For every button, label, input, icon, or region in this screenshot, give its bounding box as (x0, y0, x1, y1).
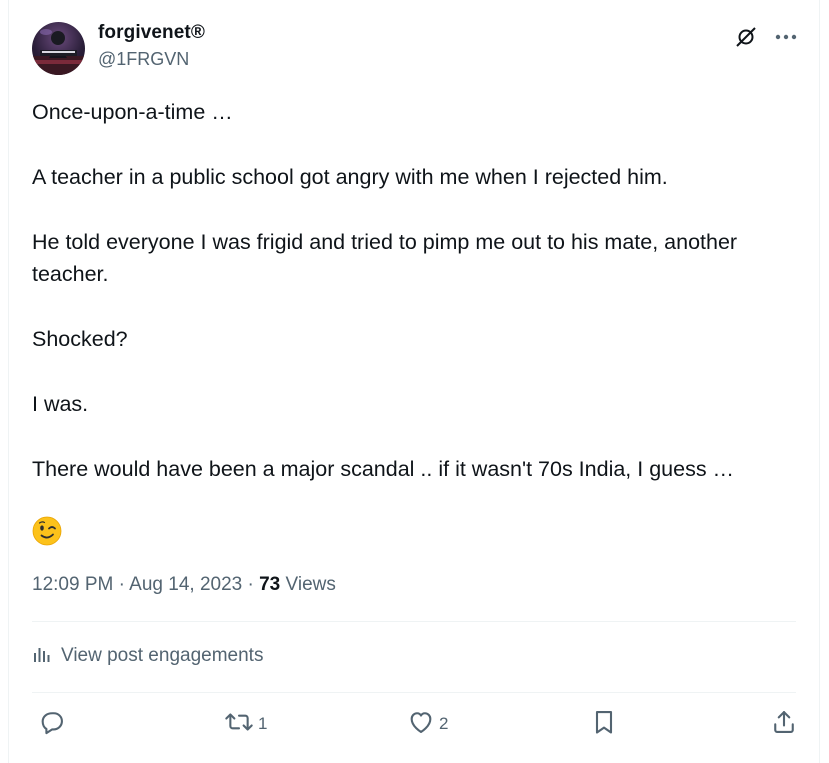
retweet-button[interactable]: 1 (224, 706, 267, 742)
tweet-paragraph: Once-upon-a-time … (32, 100, 233, 124)
tweet-header: forgivenet® @1FRGVN (32, 20, 799, 76)
user-names: forgivenet® @1FRGVN (98, 20, 205, 71)
bookmark-button[interactable] (590, 706, 618, 742)
grok-icon[interactable] (733, 24, 759, 50)
header-actions (733, 24, 799, 50)
tweet-card: forgivenet® @1FRGVN Once-upon-a-time … A… (8, 0, 820, 763)
tweet-paragraph: I was. (32, 392, 89, 416)
tweet-actions: 1 2 (32, 706, 796, 742)
like-button[interactable]: 2 (407, 706, 448, 742)
tweet-paragraph: A teacher in a public school got angry w… (32, 165, 668, 189)
tweet-paragraph: He told everyone I was frigid and tried … (32, 230, 744, 286)
display-name[interactable]: forgivenet® (98, 20, 205, 46)
divider (32, 692, 796, 693)
avatar[interactable] (32, 22, 85, 75)
share-button[interactable] (770, 706, 798, 742)
reply-icon (38, 708, 66, 741)
winking-face-emoji (32, 516, 62, 546)
meta-separator: · (118, 574, 125, 595)
tweet-date[interactable]: Aug 14, 2023 (129, 574, 242, 595)
share-icon (770, 708, 798, 741)
divider (32, 621, 796, 622)
tweet-meta: 12:09 PM · Aug 14, 2023 · 73 Views (32, 572, 336, 598)
reply-button[interactable] (38, 706, 70, 742)
views-label: Views (285, 574, 336, 595)
like-count: 2 (439, 714, 449, 733)
tweet-text: Once-upon-a-time … A teacher in a public… (32, 96, 802, 518)
views-count: 73 (259, 574, 281, 595)
more-options-icon[interactable] (773, 24, 799, 50)
tweet-paragraph: There would have been a major scandal ..… (32, 457, 735, 481)
tweet-paragraph: Shocked? (32, 327, 128, 351)
bookmark-icon (590, 708, 618, 741)
tweet-time[interactable]: 12:09 PM (32, 574, 113, 595)
meta-separator: · (247, 574, 254, 595)
heart-icon (407, 708, 435, 741)
user-handle[interactable]: @1FRGVN (98, 47, 205, 71)
retweet-count: 1 (258, 714, 268, 733)
analytics-icon (32, 643, 52, 669)
view-engagements-link[interactable]: View post engagements (32, 643, 263, 669)
retweet-icon (224, 708, 254, 741)
engagements-label: View post engagements (61, 645, 264, 666)
